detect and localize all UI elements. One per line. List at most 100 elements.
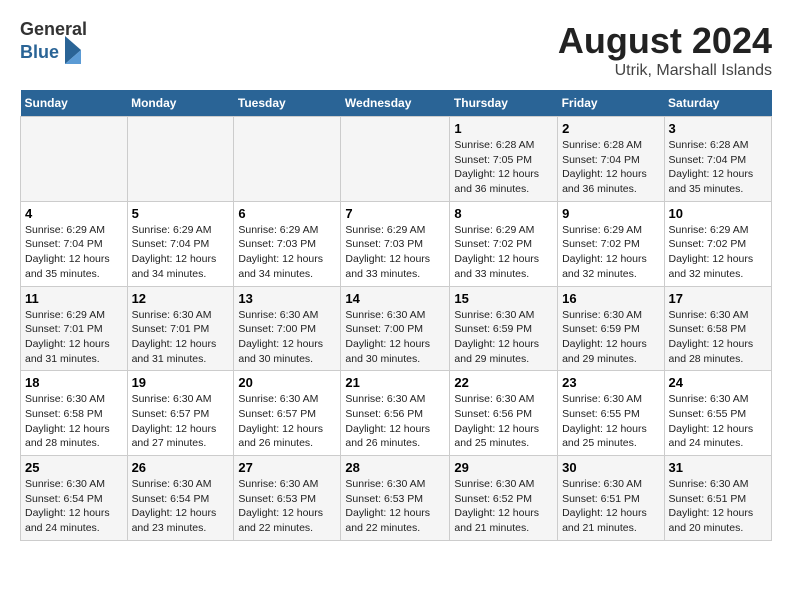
day-number: 5 — [132, 206, 230, 221]
calendar-cell: 23Sunrise: 6:30 AM Sunset: 6:55 PM Dayli… — [558, 371, 664, 456]
day-number: 20 — [238, 375, 336, 390]
day-info: Sunrise: 6:29 AM Sunset: 7:02 PM Dayligh… — [669, 223, 767, 282]
day-number: 23 — [562, 375, 659, 390]
calendar-cell — [21, 117, 128, 202]
day-info: Sunrise: 6:30 AM Sunset: 6:54 PM Dayligh… — [132, 477, 230, 536]
day-info: Sunrise: 6:30 AM Sunset: 6:58 PM Dayligh… — [669, 308, 767, 367]
page-title: August 2024 — [558, 20, 772, 62]
day-info: Sunrise: 6:30 AM Sunset: 6:56 PM Dayligh… — [345, 392, 445, 451]
day-info: Sunrise: 6:29 AM Sunset: 7:03 PM Dayligh… — [238, 223, 336, 282]
page-subtitle: Utrik, Marshall Islands — [558, 62, 772, 80]
day-info: Sunrise: 6:30 AM Sunset: 6:51 PM Dayligh… — [562, 477, 659, 536]
day-number: 16 — [562, 291, 659, 306]
day-info: Sunrise: 6:28 AM Sunset: 7:05 PM Dayligh… — [454, 138, 553, 197]
calendar-cell: 31Sunrise: 6:30 AM Sunset: 6:51 PM Dayli… — [664, 456, 771, 541]
calendar-cell: 30 Sunrise: 6:30 AM Sunset: 6:51 PM Dayli… — [558, 456, 664, 541]
day-number: 4 — [25, 206, 123, 221]
title-block: August 2024 Utrik, Marshall Islands — [558, 20, 772, 80]
day-number: 7 — [345, 206, 445, 221]
calendar-cell — [234, 117, 341, 202]
calendar-cell: 27Sunrise: 6:30 AM Sunset: 6:53 PM Dayli… — [234, 456, 341, 541]
weekday-header-saturday: Saturday — [664, 90, 771, 117]
calendar-cell: 3 Sunrise: 6:28 AM Sunset: 7:04 PM Daylig… — [664, 117, 771, 202]
day-info: Sunrise: 6:29 AM Sunset: 7:02 PM Dayligh… — [454, 223, 553, 282]
weekday-header-monday: Monday — [127, 90, 234, 117]
calendar-cell: 8Sunrise: 6:29 AM Sunset: 7:02 PM Daylig… — [450, 201, 558, 286]
calendar-table: SundayMondayTuesdayWednesdayThursdayFrid… — [20, 90, 772, 541]
week-row-4: 18Sunrise: 6:30 AM Sunset: 6:58 PM Dayli… — [21, 371, 772, 456]
logo-icon — [61, 36, 85, 66]
calendar-cell: 11 Sunrise: 6:29 AM Sunset: 7:01 PM Dayli… — [21, 286, 128, 371]
day-info: Sunrise: 6:29 AM Sunset: 7:01 PM Dayligh… — [25, 308, 123, 367]
day-number: 17 — [669, 291, 767, 306]
day-number: 21 — [345, 375, 445, 390]
day-info: Sunrise: 6:30 AM Sunset: 7:00 PM Dayligh… — [238, 308, 336, 367]
calendar-cell: 25 Sunrise: 6:30 AM Sunset: 6:54 PM Dayli… — [21, 456, 128, 541]
day-number: 12 — [132, 291, 230, 306]
week-row-5: 25 Sunrise: 6:30 AM Sunset: 6:54 PM Dayli… — [21, 456, 772, 541]
day-info: Sunrise: 6:30 AM Sunset: 6:55 PM Dayligh… — [669, 392, 767, 451]
calendar-cell: 20 Sunrise: 6:30 AM Sunset: 6:57 PM Dayli… — [234, 371, 341, 456]
day-info: Sunrise: 6:30 AM Sunset: 6:57 PM Dayligh… — [238, 392, 336, 451]
calendar-cell: 17 Sunrise: 6:30 AM Sunset: 6:58 PM Dayli… — [664, 286, 771, 371]
day-number: 30 — [562, 460, 659, 475]
day-number: 28 — [345, 460, 445, 475]
calendar-cell: 19 Sunrise: 6:30 AM Sunset: 6:57 PM Dayli… — [127, 371, 234, 456]
calendar-cell: 5 Sunrise: 6:29 AM Sunset: 7:04 PM Daylig… — [127, 201, 234, 286]
day-info: Sunrise: 6:29 AM Sunset: 7:03 PM Dayligh… — [345, 223, 445, 282]
calendar-cell: 16 Sunrise: 6:30 AM Sunset: 6:59 PM Dayli… — [558, 286, 664, 371]
day-number: 11 — [25, 291, 123, 306]
weekday-header-friday: Friday — [558, 90, 664, 117]
calendar-cell: 22 Sunrise: 6:30 AM Sunset: 6:56 PM Dayli… — [450, 371, 558, 456]
calendar-cell: 24 Sunrise: 6:30 AM Sunset: 6:55 PM Dayli… — [664, 371, 771, 456]
calendar-cell: 10Sunrise: 6:29 AM Sunset: 7:02 PM Dayli… — [664, 201, 771, 286]
day-info: Sunrise: 6:30 AM Sunset: 6:56 PM Dayligh… — [454, 392, 553, 451]
day-number: 29 — [454, 460, 553, 475]
logo-blue: Blue — [20, 43, 59, 63]
calendar-cell: 9 Sunrise: 6:29 AM Sunset: 7:02 PM Daylig… — [558, 201, 664, 286]
day-info: Sunrise: 6:30 AM Sunset: 6:59 PM Dayligh… — [454, 308, 553, 367]
day-info: Sunrise: 6:30 AM Sunset: 7:00 PM Dayligh… — [345, 308, 445, 367]
calendar-cell: 21 Sunrise: 6:30 AM Sunset: 6:56 PM Dayli… — [341, 371, 450, 456]
day-number: 3 — [669, 121, 767, 136]
day-info: Sunrise: 6:30 AM Sunset: 6:53 PM Dayligh… — [345, 477, 445, 536]
day-number: 13 — [238, 291, 336, 306]
weekday-header-sunday: Sunday — [21, 90, 128, 117]
day-number: 9 — [562, 206, 659, 221]
calendar-cell: 6Sunrise: 6:29 AM Sunset: 7:03 PM Daylig… — [234, 201, 341, 286]
day-number: 18 — [25, 375, 123, 390]
day-info: Sunrise: 6:30 AM Sunset: 7:01 PM Dayligh… — [132, 308, 230, 367]
day-info: Sunrise: 6:28 AM Sunset: 7:04 PM Dayligh… — [562, 138, 659, 197]
calendar-cell — [341, 117, 450, 202]
day-number: 19 — [132, 375, 230, 390]
day-info: Sunrise: 6:30 AM Sunset: 6:54 PM Dayligh… — [25, 477, 123, 536]
day-number: 2 — [562, 121, 659, 136]
day-info: Sunrise: 6:29 AM Sunset: 7:04 PM Dayligh… — [25, 223, 123, 282]
day-info: Sunrise: 6:30 AM Sunset: 6:57 PM Dayligh… — [132, 392, 230, 451]
calendar-cell: 29Sunrise: 6:30 AM Sunset: 6:52 PM Dayli… — [450, 456, 558, 541]
calendar-cell: 1 Sunrise: 6:28 AM Sunset: 7:05 PM Daylig… — [450, 117, 558, 202]
calendar-cell: 28 Sunrise: 6:30 AM Sunset: 6:53 PM Dayli… — [341, 456, 450, 541]
calendar-cell: 13 Sunrise: 6:30 AM Sunset: 7:00 PM Dayli… — [234, 286, 341, 371]
day-info: Sunrise: 6:29 AM Sunset: 7:02 PM Dayligh… — [562, 223, 659, 282]
day-number: 24 — [669, 375, 767, 390]
calendar-cell: 26 Sunrise: 6:30 AM Sunset: 6:54 PM Dayli… — [127, 456, 234, 541]
page-header: General Blue August 2024 Utrik, Marshall… — [20, 20, 772, 80]
day-number: 25 — [25, 460, 123, 475]
logo: General Blue — [20, 20, 87, 66]
weekday-header-tuesday: Tuesday — [234, 90, 341, 117]
week-row-3: 11 Sunrise: 6:29 AM Sunset: 7:01 PM Dayli… — [21, 286, 772, 371]
day-number: 15 — [454, 291, 553, 306]
weekday-header-row: SundayMondayTuesdayWednesdayThursdayFrid… — [21, 90, 772, 117]
day-info: Sunrise: 6:28 AM Sunset: 7:04 PM Dayligh… — [669, 138, 767, 197]
week-row-2: 4 Sunrise: 6:29 AM Sunset: 7:04 PM Daylig… — [21, 201, 772, 286]
calendar-cell: 18Sunrise: 6:30 AM Sunset: 6:58 PM Dayli… — [21, 371, 128, 456]
day-info: Sunrise: 6:29 AM Sunset: 7:04 PM Dayligh… — [132, 223, 230, 282]
day-number: 26 — [132, 460, 230, 475]
weekday-header-thursday: Thursday — [450, 90, 558, 117]
day-number: 22 — [454, 375, 553, 390]
day-info: Sunrise: 6:30 AM Sunset: 6:51 PM Dayligh… — [669, 477, 767, 536]
day-info: Sunrise: 6:30 AM Sunset: 6:59 PM Dayligh… — [562, 308, 659, 367]
calendar-cell: 7 Sunrise: 6:29 AM Sunset: 7:03 PM Daylig… — [341, 201, 450, 286]
day-number: 1 — [454, 121, 553, 136]
